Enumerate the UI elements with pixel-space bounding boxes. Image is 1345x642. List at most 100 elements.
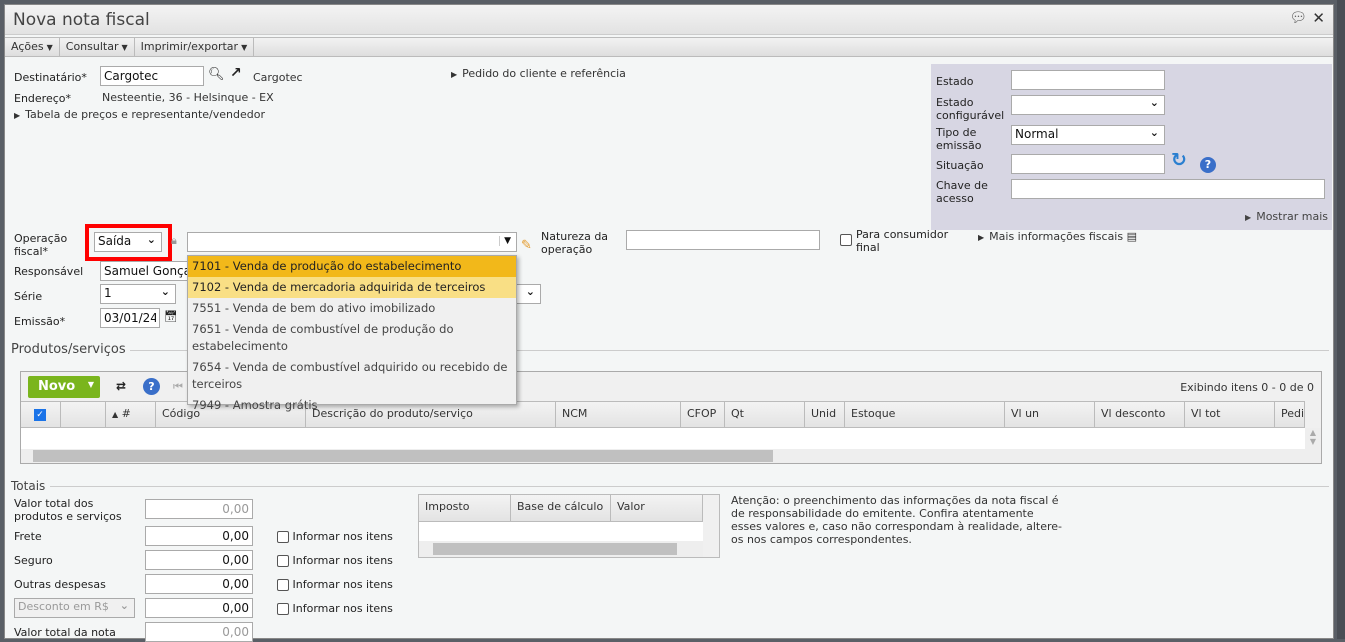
operacao-fiscal-label: Operação fiscal* [14,232,68,258]
grid-column[interactable]: CFOP [681,401,725,428]
select-value: Saída [98,234,132,248]
seguro-informar-itens[interactable]: Informar nos itens [277,554,393,567]
outras-despesas-input[interactable] [145,574,253,594]
grid-column[interactable]: Imposto [419,495,511,522]
pedido-cliente-link[interactable]: Pedido do cliente e referência [451,67,626,80]
select-value: Desconto em R$ [18,600,109,613]
grid-column[interactable]: Pedi [1275,401,1305,428]
cfop-option[interactable]: 7651 - Venda de combustível de produção … [188,319,516,357]
emissao-input[interactable] [100,308,160,328]
checkbox[interactable] [277,603,289,615]
grid-column[interactable]: Valor [611,495,703,522]
seguro-input[interactable] [145,550,253,570]
dropdown-arrow-icon[interactable]: ▼ [88,380,94,389]
grid-column[interactable]: Vl un [1005,401,1095,428]
menu-consultar[interactable]: Consultar ▼ [60,38,135,56]
frete-informar-itens[interactable]: Informar nos itens [277,530,393,543]
pencil-icon[interactable]: ✎ [521,238,532,253]
select-all-header[interactable]: ✓ [21,401,61,428]
seguro-label: Seguro [14,554,53,567]
help-icon[interactable]: ? [143,378,160,395]
chevron-down-icon: ⌄ [160,285,170,298]
estado-configuravel-select[interactable]: ⌄ [1011,95,1165,115]
dropdown-arrow-icon[interactable]: ▼ [499,236,511,246]
refresh-icon[interactable]: ↻ [1171,149,1187,171]
select-value: 1 [104,286,112,300]
valor-total-nota-label: Valor total da nota [14,626,116,639]
chave-acesso-input[interactable] [1011,179,1325,199]
checkbox-checked-icon[interactable]: ✓ [34,409,46,421]
horizontal-scrollbar[interactable] [419,541,703,557]
grid-column[interactable]: Vl desconto [1095,401,1185,428]
cfop-option[interactable]: 7102 - Venda de mercadoria adquirida de … [188,277,516,298]
cfop-dropdown-list: 7101 - Venda de produção do estabelecime… [187,255,517,412]
checkbox-label: Informar nos itens [292,530,393,543]
impostos-grid: Imposto Base de cálculo Valor [418,494,720,558]
natureza-label: Natureza da operação [541,230,609,256]
grid-column[interactable]: Base de cálculo [511,495,611,522]
first-page-icon[interactable]: ⏮︎ [173,380,183,394]
consumidor-final-checkbox[interactable] [840,234,852,246]
cfop-option[interactable]: 7101 - Venda de produção do estabelecime… [188,256,516,277]
desconto-informar-itens[interactable]: Informar nos itens [277,602,393,615]
scrollbar-thumb[interactable] [433,543,677,555]
operacao-fiscal-select[interactable]: Saída ⌄ [94,232,162,252]
total-produtos-input[interactable] [145,499,253,519]
situacao-input[interactable] [1011,154,1165,174]
desconto-input[interactable] [145,598,253,618]
mostrar-mais-link[interactable]: Mostrar mais [1245,210,1328,223]
tabela-precos-link[interactable]: Tabela de preços e representante/vendedo… [14,108,265,121]
responsavel-label: Responsável [14,265,84,278]
calendar-icon[interactable]: 📅︎ [164,310,178,323]
chat-icon[interactable]: 💬︎ [1289,10,1307,26]
cfop-option[interactable]: 7654 - Venda de combustível adquirido ou… [188,357,516,395]
outras-informar-itens[interactable]: Informar nos itens [277,578,393,591]
grid-column[interactable]: Qt [725,401,805,428]
destinatario-link[interactable]: Cargotec [253,71,303,84]
desconto-tipo-select[interactable]: Desconto em R$ ⌄ [14,598,135,618]
novo-button[interactable]: Novo ▼ [28,376,100,398]
endereco-value: Nesteentie, 36 - Helsinque - EX [102,91,274,104]
menu-imprimir[interactable]: Imprimir/exportar ▼ [135,38,255,56]
estado-input[interactable] [1011,70,1165,90]
chevron-down-icon: ⌄ [525,285,535,298]
tipo-emissao-select[interactable]: Normal ⌄ [1011,125,1165,145]
grid-column[interactable]: Estoque [845,401,1005,428]
chave-acesso-label: Chave de acesso [936,179,988,205]
close-icon[interactable]: ✕ [1312,9,1325,27]
document-icon: ▤ [1126,230,1138,243]
serie-select[interactable]: 1 ⌄ [100,284,176,304]
menu-acoes[interactable]: Ações ▼ [5,38,60,56]
checkbox[interactable] [277,579,289,591]
nota-fiscal-window: Nova nota fiscal 💬︎ ✕ Ações ▼ Consultar ▼ Im… [4,4,1334,642]
grid-column[interactable]: Unid [805,401,845,428]
chevron-down-icon: ⌄ [1149,126,1159,139]
window-title: Nova nota fiscal [13,10,150,30]
external-link-icon[interactable]: ↗ [230,65,242,81]
cfop-option[interactable]: 7949 - Amostra grátis [188,395,516,416]
cfop-combobox[interactable]: ▼ [187,232,517,252]
frete-input[interactable] [145,526,253,546]
vertical-scrollbar[interactable]: ▲ ▼ [1305,428,1321,463]
search-icon[interactable]: 🔍︎ [208,67,225,82]
situacao-label: Situação [936,159,984,172]
grid-column[interactable]: Vl tot [1185,401,1275,428]
grid-column[interactable]: NCM [556,401,681,428]
serie-label: Série [14,290,43,303]
checkbox[interactable] [277,555,289,567]
destinatario-input[interactable] [100,66,204,86]
scrollbar-thumb[interactable] [33,450,773,462]
status-panel: Estado Estado configurável ⌄ Tipo de emi… [931,64,1332,230]
refresh-columns-icon[interactable]: ⇄ [116,379,126,393]
valor-total-nota-input[interactable] [145,622,253,642]
help-icon[interactable]: ? [1200,157,1216,173]
cfop-option[interactable]: 7551 - Venda de bem do ativo imobilizado [188,298,516,319]
checkbox-label: Informar nos itens [292,602,393,615]
checkbox[interactable] [277,531,289,543]
natureza-input[interactable] [626,230,820,250]
mais-info-fiscais-link[interactable]: Mais informações fiscais ▤ [978,230,1137,243]
window-scrollbar[interactable] [1337,0,1345,639]
link-label: Mais informações fiscais [989,230,1124,243]
horizontal-scrollbar[interactable] [21,449,1305,463]
grid-column-number[interactable]: ▲ # [106,401,156,428]
